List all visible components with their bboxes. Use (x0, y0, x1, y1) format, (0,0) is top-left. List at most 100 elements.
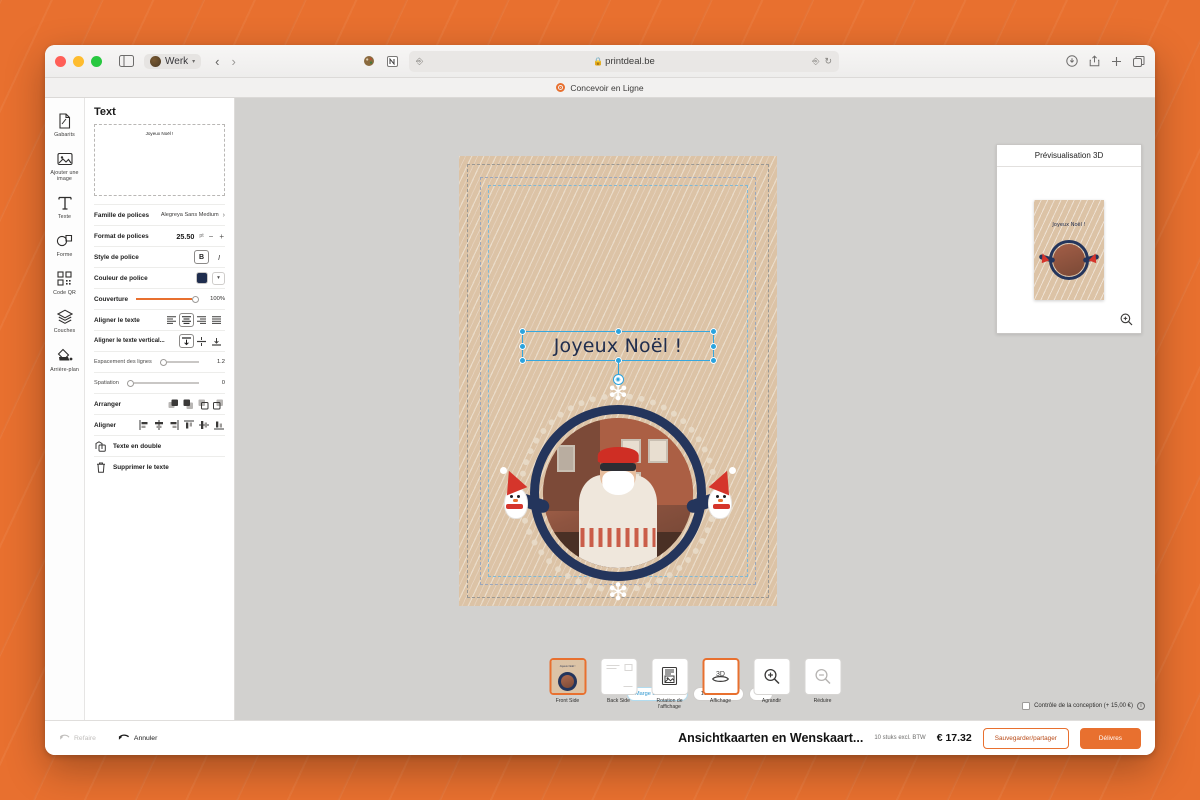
italic-button[interactable]: I (213, 253, 225, 262)
tab-overview-icon[interactable] (1133, 55, 1145, 67)
extension-palette-icon[interactable] (361, 54, 376, 69)
view-back-side[interactable]: Back Side (598, 657, 640, 704)
reload-icon[interactable]: ↻ (824, 56, 832, 67)
sidebar-item-texte[interactable]: Texte (45, 188, 85, 225)
bring-to-front-icon[interactable] (167, 398, 180, 411)
preview-3d-body[interactable]: Joyeux Noël ! (997, 167, 1141, 333)
align-right-icon[interactable] (194, 313, 209, 327)
price: € 17.32 (936, 732, 972, 744)
forward-button[interactable]: › (232, 55, 236, 68)
rotate-view-icon[interactable] (651, 657, 688, 695)
sidebar-item-code-qr[interactable]: Code QR (45, 264, 85, 301)
new-tab-icon[interactable] (1111, 56, 1122, 67)
letter-spacing-knob[interactable] (126, 379, 134, 387)
resize-handle-bottom-right[interactable] (710, 357, 717, 364)
resize-handle-bottom-left[interactable] (519, 357, 526, 364)
redo-button[interactable]: Refaire (59, 734, 96, 742)
design-check-checkbox[interactable] (1022, 702, 1031, 710)
view-zoom-out[interactable]: Réduire (802, 657, 844, 704)
resize-handle-middle-left[interactable] (519, 342, 526, 350)
zoom-in-icon[interactable] (753, 657, 790, 695)
resize-handle-top-right[interactable] (710, 328, 717, 335)
close-window-button[interactable] (55, 55, 66, 67)
resize-handle-middle-right[interactable] (710, 342, 717, 350)
werk-profile-chip[interactable]: Werk ▾ (144, 53, 202, 69)
opacity-slider[interactable] (136, 295, 199, 303)
christmas-emblem[interactable]: ❇ ❇ (498, 381, 738, 605)
view-front-side[interactable]: Joyeux Noël ! Front Side (547, 657, 589, 704)
bold-button[interactable]: B (194, 250, 209, 264)
downloads-icon[interactable] (1066, 55, 1078, 67)
bring-forward-icon[interactable] (182, 398, 195, 411)
view-zoom-in[interactable]: Agrandir (751, 657, 793, 704)
rotate-icon[interactable]: ◉ (612, 374, 624, 385)
minimize-window-button[interactable] (73, 55, 84, 67)
translate-icon[interactable]: ⎆ (812, 56, 819, 67)
delete-text-button[interactable]: Supprimer le texte (94, 456, 225, 477)
view-affichage-3d[interactable]: 3D Affichage (700, 657, 742, 704)
align-left-icon[interactable] (164, 313, 179, 327)
deliver-button[interactable]: Délivres (1079, 727, 1141, 749)
line-spacing-slider[interactable] (159, 358, 199, 366)
three-d-icon[interactable]: 3D (702, 657, 739, 695)
info-icon[interactable]: i (1137, 702, 1145, 710)
tab-label[interactable]: Concevoir en Ligne (570, 83, 643, 93)
zoom-out-icon[interactable] (804, 657, 841, 695)
row-font-size[interactable]: Format de polices 25.50 pt − + (94, 225, 225, 246)
card-artboard[interactable]: ❇ ❇ Joyeux Noël ! ◉ (459, 156, 777, 606)
chevron-right-icon[interactable]: › (223, 212, 225, 219)
row-font-family[interactable]: Famille de polices Alegreya Sans Medium … (94, 204, 225, 225)
font-color-swatch[interactable] (196, 272, 208, 284)
font-size-value[interactable]: 25.50 (176, 232, 194, 241)
chevron-down-icon[interactable]: ▾ (212, 271, 225, 285)
align-obj-vcenter-icon[interactable] (197, 419, 210, 432)
valign-middle-icon[interactable] (194, 334, 209, 348)
text-align-label: Aligner le texte (94, 316, 140, 324)
valign-top-icon[interactable] (179, 334, 194, 348)
opacity-value: 100% (210, 296, 225, 302)
preview-card-text: Joyeux Noël ! (1052, 222, 1086, 228)
valign-bottom-icon[interactable] (209, 334, 224, 348)
sidebar-item-arriere-plan[interactable]: Arrière-plan (45, 341, 85, 378)
selected-text-object[interactable]: Joyeux Noël ! ◉ (519, 328, 717, 385)
opacity-knob[interactable] (192, 295, 199, 303)
reader-icon[interactable]: ⎆ (416, 56, 423, 67)
sidebar-item-gabarits[interactable]: Gabarits (45, 106, 85, 143)
view-rotate-display[interactable]: Rotation de l'affichage (649, 657, 691, 710)
resize-handle-top-center[interactable] (614, 328, 622, 335)
font-size-increase-button[interactable]: + (218, 232, 225, 241)
front-side-thumb[interactable]: Joyeux Noël ! (549, 657, 586, 695)
font-size-decrease-button[interactable]: − (208, 232, 215, 241)
url-bar[interactable]: ⎆ 🔒 printdeal.be ⎆ ↻ (409, 50, 839, 72)
align-obj-left-icon[interactable] (137, 419, 150, 432)
extension-notion-icon[interactable] (385, 54, 400, 69)
view-label: Rotation de l'affichage (656, 697, 683, 710)
align-obj-bottom-icon[interactable] (212, 419, 225, 432)
sidebar-item-ajouter-une-image[interactable]: Ajouter une image (45, 144, 85, 187)
text-input[interactable]: Joyeux Noël ! (94, 124, 225, 196)
back-side-thumb[interactable] (600, 657, 637, 695)
undo-button[interactable]: Annuler (118, 734, 157, 742)
send-backward-icon[interactable] (197, 398, 210, 411)
save-share-button[interactable]: Sauvegarder/partager (982, 727, 1069, 749)
sidebar-item-forme[interactable]: Forme (45, 226, 85, 263)
browser-titlebar: Werk ▾ ‹ › ⎆ 🔒 printdeal.be ⎆ ↻ (45, 45, 1155, 78)
align-center-icon[interactable] (179, 313, 194, 327)
align-obj-hcenter-icon[interactable] (152, 419, 165, 432)
duplicate-text-button[interactable]: Texte en double (94, 435, 225, 456)
sidebar-toggle-icon[interactable] (116, 52, 136, 70)
line-spacing-knob[interactable] (159, 358, 167, 366)
align-obj-top-icon[interactable] (182, 419, 195, 432)
design-check-control[interactable]: Contrôle de la conception (+ 15,00 €) i (1022, 702, 1145, 710)
design-canvas[interactable]: ❇ ❇ Joyeux Noël ! ◉ Marge Prévisualisati… (235, 98, 1155, 720)
send-to-back-icon[interactable] (212, 398, 225, 411)
align-obj-right-icon[interactable] (167, 419, 180, 432)
maximize-window-button[interactable] (91, 55, 102, 67)
resize-handle-top-left[interactable] (519, 328, 526, 335)
letter-spacing-slider[interactable] (126, 379, 199, 387)
zoom-in-icon[interactable] (1119, 312, 1133, 326)
align-justify-icon[interactable] (209, 313, 224, 327)
back-button[interactable]: ‹ (215, 55, 219, 68)
share-icon[interactable] (1089, 55, 1100, 67)
sidebar-item-couches[interactable]: Couches (45, 302, 85, 339)
